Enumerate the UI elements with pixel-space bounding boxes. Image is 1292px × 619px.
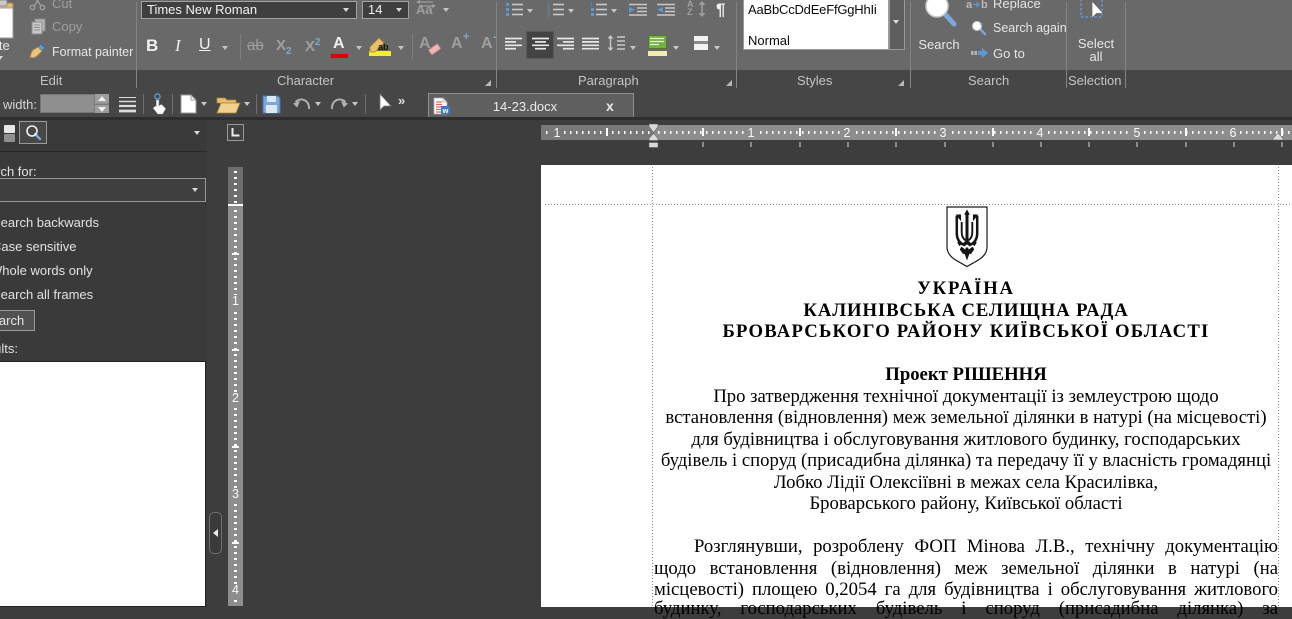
svg-text:1: 1 [590,3,593,9]
svg-text:ab: ab [378,42,389,52]
svg-text:3: 3 [547,13,550,19]
svg-text:b: b [981,0,988,11]
svg-text:w: w [442,106,449,115]
svg-text:a: a [966,0,973,11]
